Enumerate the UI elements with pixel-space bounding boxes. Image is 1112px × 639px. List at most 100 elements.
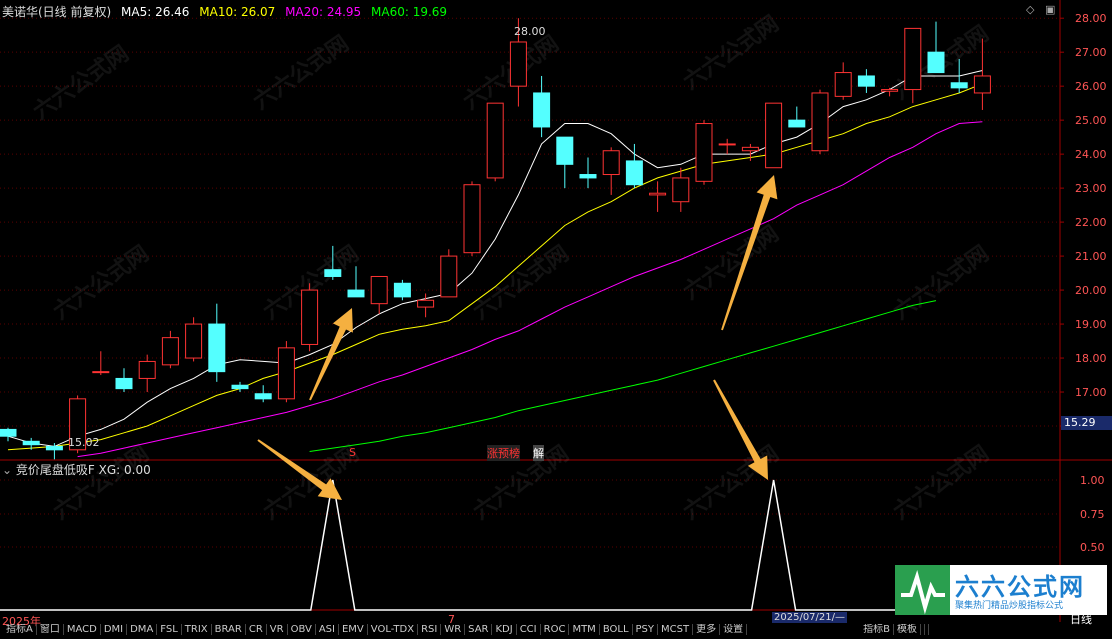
bottom-tab-18[interactable]: CCI (517, 624, 541, 635)
candle-body[interactable] (254, 393, 272, 400)
bottom-tab-2[interactable]: MACD (64, 624, 101, 635)
bottom-right-tab-1[interactable]: 模板 (894, 624, 921, 635)
candle-body[interactable] (440, 255, 458, 298)
candle-body[interactable] (370, 275, 388, 305)
bottom-tab-1[interactable]: 窗口 (37, 624, 64, 635)
candle-body[interactable] (0, 428, 17, 437)
bottom-tab-14[interactable]: RSI (418, 624, 442, 635)
candle-body[interactable] (115, 377, 133, 390)
site-logo: 六六公式网 聚集热门精品炒股指标公式 (895, 565, 1107, 615)
stock-title[interactable]: 美诺华(日线 前复权) (2, 5, 111, 19)
bottom-tab-5[interactable]: FSL (157, 624, 182, 635)
candle-body[interactable] (463, 184, 481, 254)
chart-area[interactable]: 六六公式网 六六公式网 六六公式网 六六公式网 六六公式网 六六公式网 六六公式网 六六公式网… (0, 0, 1112, 635)
price-tick-1: 27.00 (1075, 46, 1107, 59)
candle-body[interactable] (161, 337, 179, 366)
candle-body[interactable] (393, 282, 411, 298)
bottom-tab-12[interactable]: EMV (339, 624, 368, 635)
candle-body[interactable] (811, 92, 829, 152)
candle-body[interactable] (231, 384, 249, 390)
bottom-tab-19[interactable]: ROC (541, 624, 570, 635)
bottom-tab-22[interactable]: PSY (633, 624, 659, 635)
bottom-tab-8[interactable]: CR (246, 624, 267, 635)
candle-body[interactable] (208, 323, 226, 373)
candle-body[interactable] (950, 82, 968, 89)
bottom-tab-11[interactable]: ASI (316, 624, 339, 635)
bottom-tab-4[interactable]: DMA (127, 624, 158, 635)
candle-body[interactable] (857, 75, 875, 87)
marker-jie[interactable]: 解 (533, 445, 544, 461)
cursor-date-label: 2025/07/21/— (772, 612, 848, 623)
bottom-tab-10[interactable]: OBV (288, 624, 316, 635)
candle-body[interactable] (834, 72, 852, 97)
candle-body[interactable] (602, 150, 620, 176)
candle-body[interactable] (509, 41, 527, 87)
bottom-tab-20[interactable]: MTM (569, 624, 600, 635)
candle-body[interactable] (185, 323, 203, 359)
window-icon[interactable]: ▣ (1045, 3, 1055, 16)
price-tick-5: 23.00 (1075, 182, 1107, 195)
watermark-text: 六六公式网 (249, 31, 353, 115)
bottom-tab-25[interactable]: 设置 (720, 624, 748, 635)
indicator-header: ⌄ 竞价尾盘低吸F XG: 0.00 (2, 461, 151, 478)
current-price-tag: 15.29 (1061, 416, 1112, 430)
candle-body[interactable] (904, 27, 922, 91)
bottom-tab-3[interactable]: DMI (101, 624, 128, 635)
watermark-text: 六六公式网 (679, 11, 783, 95)
candle-body[interactable] (625, 160, 643, 186)
bottom-tab-24[interactable]: 更多 (693, 624, 721, 635)
diamond-icon[interactable]: ◇ (1026, 3, 1034, 16)
marker-s[interactable]: S (349, 446, 356, 459)
candle-body[interactable] (579, 174, 597, 179)
kline-chart[interactable]: 六六公式网 六六公式网 六六公式网六六公式网 六六公式网 六六公式网 六六公式网 六六公式网… (0, 0, 1112, 635)
price-tick-9: 19.00 (1075, 318, 1107, 331)
candle-body[interactable] (92, 371, 110, 374)
bottom-tab-23[interactable]: MCST (658, 624, 694, 635)
indicator-dropdown-icon[interactable]: ⌄ (2, 463, 12, 477)
bottom-tab-13[interactable]: VOL-TDX (368, 624, 419, 635)
bottom-tab-0[interactable]: 指标A (3, 624, 37, 635)
bottom-tab-15[interactable]: WR (441, 624, 466, 635)
candle-body[interactable] (45, 445, 63, 451)
price-tick-10: 18.00 (1075, 352, 1107, 365)
bottom-right-tab-0[interactable]: 指标B (860, 624, 894, 635)
candle-body[interactable] (788, 119, 806, 128)
candle-body[interactable] (417, 299, 435, 308)
candle-body[interactable] (533, 92, 551, 128)
candle-body[interactable] (324, 269, 342, 277)
bottom-tab-16[interactable]: SAR (465, 624, 493, 635)
ma20-label: MA20: 24.95 (285, 5, 362, 19)
candle-body[interactable] (649, 192, 667, 196)
candle-body[interactable] (672, 177, 690, 203)
candle-body[interactable] (881, 89, 899, 92)
bottom-tab-17[interactable]: KDJ (492, 624, 517, 635)
candle-body[interactable] (138, 360, 156, 379)
indicator-tick-0: 1.00 (1080, 474, 1105, 487)
bottom-tab-6[interactable]: TRIX (182, 624, 212, 635)
candle-body[interactable] (347, 289, 365, 298)
price-tick-7: 21.00 (1075, 250, 1107, 263)
candle-body[interactable] (277, 347, 295, 400)
watermark-text: 六六公式网 (889, 241, 993, 325)
candle-body[interactable] (973, 75, 991, 94)
logo-mark-icon (895, 565, 950, 615)
indicator-title[interactable]: 竞价尾盘低吸F (16, 463, 95, 477)
candle-body[interactable] (695, 123, 713, 182)
high-price-label: 28.00 (514, 25, 546, 38)
bottom-tab-9[interactable]: VR (267, 624, 288, 635)
candle-body[interactable] (486, 102, 504, 179)
candle-body[interactable] (22, 440, 40, 446)
ma5-label: MA5: 26.46 (121, 5, 190, 19)
indicator-tick-2: 0.50 (1080, 541, 1105, 554)
candle-body[interactable] (718, 143, 736, 146)
candle-body[interactable] (301, 289, 319, 345)
bottom-tab-7[interactable]: BRAR (212, 624, 246, 635)
candle-body[interactable] (927, 51, 945, 74)
bottom-tab-21[interactable]: BOLL (600, 624, 633, 635)
candle-body[interactable] (556, 136, 574, 165)
candle-body[interactable] (741, 146, 759, 152)
marker-zhang[interactable]: 涨预榜 (487, 445, 520, 461)
grid (0, 0, 1112, 622)
watermark-text: 六六公式网 (469, 441, 573, 525)
candle-body[interactable] (765, 102, 783, 169)
